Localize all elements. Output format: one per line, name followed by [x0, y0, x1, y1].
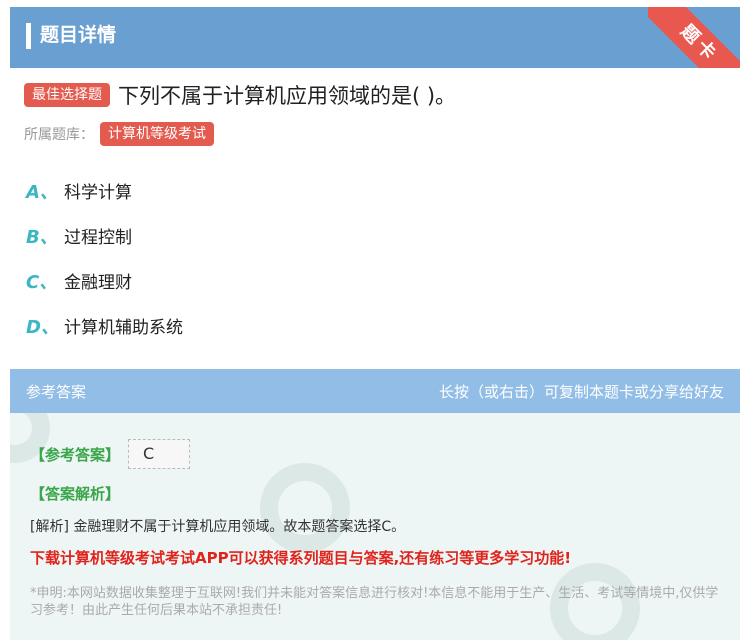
option-letter: B、: [26, 226, 58, 248]
answer-label: 【参考答案】: [30, 445, 121, 464]
question-card: 题目详情 题卡 最佳选择题 下列不属于计算机应用领域的是( )。 所属题库： 计…: [10, 7, 740, 353]
option-text: 金融理财: [64, 273, 132, 293]
analysis-label: 【答案解析】: [30, 485, 121, 503]
disclaimer: *申明:本网站数据收集整理于互联网!我们并未能对答案信息进行核对!本信息不能用于…: [30, 586, 719, 618]
question-section: 最佳选择题 下列不属于计算机应用领域的是( )。 所属题库： 计算机等级考试 A…: [10, 68, 740, 353]
answer-header: 参考答案 长按（或右击）可复制本题卡或分享给好友: [10, 369, 740, 413]
watermark-logo-icon: [260, 463, 350, 553]
answer-section-title: 参考答案: [26, 383, 87, 401]
bank-label: 所属题库：: [24, 127, 94, 143]
app-promo[interactable]: 下载计算机等级考试考试APP可以获得系列题目与答案,还有练习等更多学习功能!: [30, 547, 571, 568]
option-letter: C、: [26, 271, 58, 293]
bank-tag[interactable]: 计算机等级考试: [100, 122, 214, 146]
ribbon-label: 题卡: [648, 7, 740, 68]
page-title: 题目详情: [40, 24, 117, 46]
reference-answer-row: 【参考答案】 C: [30, 439, 191, 469]
option-b[interactable]: B、 过程控制: [26, 213, 183, 258]
options-list: A、 科学计算 B、 过程控制 C、 金融理财 D、 计算机辅助系统: [26, 168, 183, 348]
answer-body: 【参考答案】 C 【答案解析】 [解析] 金融理财不属于计算机应用领域。故本题答…: [10, 413, 740, 640]
option-d[interactable]: D、 计算机辅助系统: [26, 303, 183, 348]
analysis-label-row: 【答案解析】: [30, 483, 120, 504]
option-text: 科学计算: [64, 183, 132, 203]
corner-ribbon: 题卡: [648, 7, 740, 68]
copy-share-hint: 长按（或右击）可复制本题卡或分享给好友: [438, 383, 724, 401]
option-a[interactable]: A、 科学计算: [26, 168, 183, 213]
question-line: 最佳选择题 下列不属于计算机应用领域的是( )。: [24, 80, 456, 110]
analysis-text: [解析] 金融理财不属于计算机应用领域。故本题答案选择C。: [30, 519, 406, 535]
question-text: 下列不属于计算机应用领域的是( )。: [118, 84, 457, 108]
question-type-tag: 最佳选择题: [24, 83, 110, 107]
answer-value: C: [128, 439, 191, 469]
option-c[interactable]: C、 金融理财: [26, 258, 183, 303]
option-text: 计算机辅助系统: [64, 318, 183, 338]
detail-header: 题目详情 题卡: [10, 7, 740, 68]
option-text: 过程控制: [64, 228, 132, 248]
option-letter: D、: [26, 316, 59, 338]
option-letter: A、: [26, 181, 58, 203]
question-bank-line: 所属题库： 计算机等级考试: [24, 122, 214, 146]
header-accent-bar: [26, 23, 31, 49]
